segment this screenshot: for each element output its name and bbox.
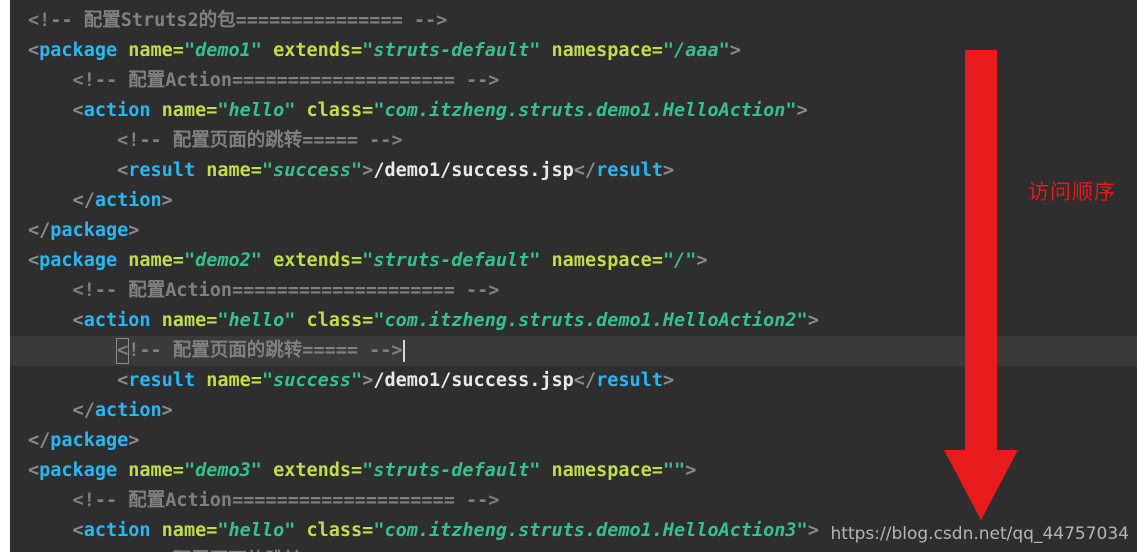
code-line[interactable]: </package> xyxy=(10,426,1137,456)
code-line[interactable]: <!-- 配置Action==================== --> xyxy=(10,276,1137,306)
watermark-url: https://blog.csdn.net/qq_44757034 xyxy=(830,524,1129,544)
code-line[interactable]: <!-- 配置Action==================== --> xyxy=(10,66,1137,96)
code-line[interactable]: <!-- 配置Struts2的包=============== --> xyxy=(10,6,1137,36)
code-line[interactable]: <result name="success">/demo1/success.js… xyxy=(10,366,1137,396)
code-lines-container[interactable]: <!-- 配置Struts2的包=============== --> <pack… xyxy=(10,6,1137,552)
code-line[interactable]: </package> xyxy=(10,216,1137,246)
code-line[interactable]: </action> xyxy=(10,396,1137,426)
code-line[interactable]: <package name="demo1" extends="struts-de… xyxy=(10,36,1137,66)
code-line[interactable]: <!-- 配置页面的跳转===== --> xyxy=(10,126,1137,156)
code-line[interactable]: <package name="demo3" extends="struts-de… xyxy=(10,456,1137,486)
code-line[interactable]: <action name="hello" class="com.itzheng.… xyxy=(10,96,1137,126)
arrow-label-text: 访问顺序 xyxy=(1028,180,1116,204)
code-line[interactable]: </action> xyxy=(10,186,1137,216)
code-line[interactable]: <package name="demo2" extends="struts-de… xyxy=(10,246,1137,276)
screenshot-root: <!-- 配置Struts2的包=============== --> <pack… xyxy=(0,0,1137,552)
code-line-current[interactable]: <!-- 配置页面的跳转===== --> xyxy=(10,336,1137,366)
code-line[interactable]: <!-- 配置Action==================== --> xyxy=(10,486,1137,516)
bracket-match-highlight: < xyxy=(116,338,130,364)
code-line[interactable]: <action name="hello" class="com.itzheng.… xyxy=(10,306,1137,336)
code-editor-pane[interactable]: <!-- 配置Struts2的包=============== --> <pack… xyxy=(10,0,1137,552)
code-line[interactable]: <!-- 配置页面的跳转===== --> xyxy=(10,546,1137,552)
code-line[interactable]: <result name="success">/demo1/success.js… xyxy=(10,156,1137,186)
text-cursor xyxy=(402,340,405,362)
